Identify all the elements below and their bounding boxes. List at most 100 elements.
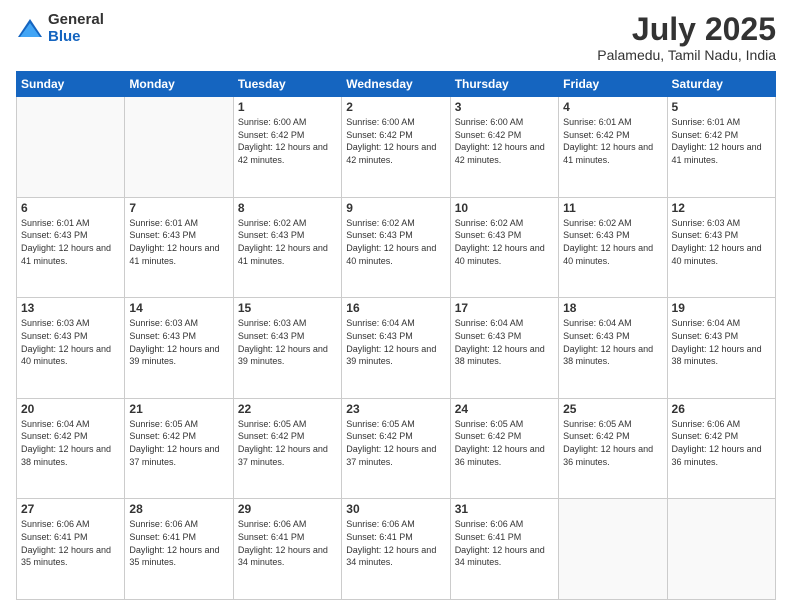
day-info: Sunrise: 6:04 AM Sunset: 6:43 PM Dayligh… — [672, 317, 771, 367]
day-info: Sunrise: 6:04 AM Sunset: 6:43 PM Dayligh… — [455, 317, 554, 367]
calendar-day-6: 6 Sunrise: 6:01 AM Sunset: 6:43 PM Daylig… — [17, 197, 125, 298]
day-number: 19 — [672, 301, 771, 315]
calendar-week-4: 20 Sunrise: 6:04 AM Sunset: 6:42 PM Dayli… — [17, 398, 776, 499]
day-number: 12 — [672, 201, 771, 215]
calendar-week-1: 1Sunrise: 6:00 AM Sunset: 6:42 PM Daylig… — [17, 97, 776, 198]
day-info: Sunrise: 6:02 AM Sunset: 6:43 PM Dayligh… — [346, 217, 445, 267]
day-info: Sunrise: 6:04 AM Sunset: 6:43 PM Dayligh… — [346, 317, 445, 367]
calendar-week-5: 27Sunrise: 6:06 AM Sunset: 6:41 PM Dayli… — [17, 499, 776, 600]
day-info: Sunrise: 6:05 AM Sunset: 6:42 PM Dayligh… — [238, 418, 337, 468]
day-number: 2 — [346, 100, 445, 114]
day-info: Sunrise: 6:05 AM Sunset: 6:42 PM Dayligh… — [346, 418, 445, 468]
day-info: Sunrise: 6:00 AM Sunset: 6:42 PM Dayligh… — [455, 116, 554, 166]
calendar-day-25: 25 Sunrise: 6:05 AM Sunset: 6:42 PM Dayli… — [559, 398, 667, 499]
day-number: 20 — [21, 402, 120, 416]
calendar-day-empty — [559, 499, 667, 600]
day-number: 15 — [238, 301, 337, 315]
day-info: Sunrise: 6:06 AM Sunset: 6:41 PM Dayligh… — [346, 518, 445, 568]
day-number: 25 — [563, 402, 662, 416]
logo-text: General Blue — [48, 12, 104, 45]
calendar-day-28: 28 Sunrise: 6:06 AM Sunset: 6:41 PM Dayli… — [125, 499, 233, 600]
day-info: Sunrise: 6:02 AM Sunset: 6:43 PM Dayligh… — [563, 217, 662, 267]
calendar-day-22: 22 Sunrise: 6:05 AM Sunset: 6:42 PM Dayli… — [233, 398, 341, 499]
calendar-day-30: 30 Sunrise: 6:06 AM Sunset: 6:41 PM Dayli… — [342, 499, 450, 600]
day-number: 18 — [563, 301, 662, 315]
day-number: 31 — [455, 502, 554, 516]
day-info: Sunrise: 6:03 AM Sunset: 6:43 PM Dayligh… — [129, 317, 228, 367]
day-info: Sunrise: 6:06 AM Sunset: 6:41 PM Dayligh… — [129, 518, 228, 568]
calendar-day-7: 7 Sunrise: 6:01 AM Sunset: 6:43 PM Daylig… — [125, 197, 233, 298]
calendar-header-tuesday: Tuesday — [233, 72, 341, 97]
calendar-week-3: 13 Sunrise: 6:03 AM Sunset: 6:43 PM Dayli… — [17, 298, 776, 399]
logo-blue-text: Blue — [48, 29, 104, 46]
calendar-week-2: 6 Sunrise: 6:01 AM Sunset: 6:43 PM Daylig… — [17, 197, 776, 298]
calendar-day-empty — [17, 97, 125, 198]
calendar-day-18: 18 Sunrise: 6:04 AM Sunset: 6:43 PM Dayli… — [559, 298, 667, 399]
logo-general-text: General — [48, 12, 104, 29]
calendar-day-15: 15Sunrise: 6:03 AM Sunset: 6:43 PM Dayli… — [233, 298, 341, 399]
calendar-header-friday: Friday — [559, 72, 667, 97]
day-info: Sunrise: 6:06 AM Sunset: 6:41 PM Dayligh… — [21, 518, 120, 568]
day-number: 16 — [346, 301, 445, 315]
day-info: Sunrise: 6:01 AM Sunset: 6:43 PM Dayligh… — [21, 217, 120, 267]
calendar-day-4: 4 Sunrise: 6:01 AM Sunset: 6:42 PM Daylig… — [559, 97, 667, 198]
title-month: July 2025 — [597, 12, 776, 47]
calendar-day-21: 21 Sunrise: 6:05 AM Sunset: 6:42 PM Dayli… — [125, 398, 233, 499]
calendar-header-saturday: Saturday — [667, 72, 775, 97]
day-number: 30 — [346, 502, 445, 516]
calendar-day-12: 12 Sunrise: 6:03 AM Sunset: 6:43 PM Dayli… — [667, 197, 775, 298]
calendar-day-26: 26Sunrise: 6:06 AM Sunset: 6:42 PM Dayli… — [667, 398, 775, 499]
calendar-header-row: SundayMondayTuesdayWednesdayThursdayFrid… — [17, 72, 776, 97]
day-number: 14 — [129, 301, 228, 315]
day-number: 26 — [672, 402, 771, 416]
calendar-day-1: 1Sunrise: 6:00 AM Sunset: 6:42 PM Daylig… — [233, 97, 341, 198]
day-info: Sunrise: 6:01 AM Sunset: 6:42 PM Dayligh… — [563, 116, 662, 166]
calendar-header-monday: Monday — [125, 72, 233, 97]
day-info: Sunrise: 6:06 AM Sunset: 6:41 PM Dayligh… — [238, 518, 337, 568]
day-info: Sunrise: 6:05 AM Sunset: 6:42 PM Dayligh… — [455, 418, 554, 468]
day-number: 6 — [21, 201, 120, 215]
calendar-day-5: 5 Sunrise: 6:01 AM Sunset: 6:42 PM Daylig… — [667, 97, 775, 198]
day-number: 22 — [238, 402, 337, 416]
calendar-day-20: 20 Sunrise: 6:04 AM Sunset: 6:42 PM Dayli… — [17, 398, 125, 499]
day-number: 29 — [238, 502, 337, 516]
day-number: 28 — [129, 502, 228, 516]
calendar-day-29: 29 Sunrise: 6:06 AM Sunset: 6:41 PM Dayli… — [233, 499, 341, 600]
day-number: 7 — [129, 201, 228, 215]
calendar-header-thursday: Thursday — [450, 72, 558, 97]
day-info: Sunrise: 6:02 AM Sunset: 6:43 PM Dayligh… — [238, 217, 337, 267]
day-info: Sunrise: 6:04 AM Sunset: 6:43 PM Dayligh… — [563, 317, 662, 367]
calendar-day-8: 8 Sunrise: 6:02 AM Sunset: 6:43 PM Daylig… — [233, 197, 341, 298]
day-number: 11 — [563, 201, 662, 215]
day-number: 13 — [21, 301, 120, 315]
day-info: Sunrise: 6:01 AM Sunset: 6:43 PM Dayligh… — [129, 217, 228, 267]
calendar-day-24: 24Sunrise: 6:05 AM Sunset: 6:42 PM Dayli… — [450, 398, 558, 499]
day-number: 8 — [238, 201, 337, 215]
calendar-header-wednesday: Wednesday — [342, 72, 450, 97]
day-number: 21 — [129, 402, 228, 416]
calendar-day-19: 19 Sunrise: 6:04 AM Sunset: 6:43 PM Dayli… — [667, 298, 775, 399]
day-info: Sunrise: 6:01 AM Sunset: 6:42 PM Dayligh… — [672, 116, 771, 166]
logo-icon — [16, 15, 44, 43]
day-info: Sunrise: 6:04 AM Sunset: 6:42 PM Dayligh… — [21, 418, 120, 468]
day-info: Sunrise: 6:03 AM Sunset: 6:43 PM Dayligh… — [21, 317, 120, 367]
day-info: Sunrise: 6:05 AM Sunset: 6:42 PM Dayligh… — [129, 418, 228, 468]
title-block: July 2025 Palamedu, Tamil Nadu, India — [597, 12, 776, 63]
day-number: 23 — [346, 402, 445, 416]
calendar-day-16: 16 Sunrise: 6:04 AM Sunset: 6:43 PM Dayli… — [342, 298, 450, 399]
day-info: Sunrise: 6:05 AM Sunset: 6:42 PM Dayligh… — [563, 418, 662, 468]
day-number: 10 — [455, 201, 554, 215]
day-info: Sunrise: 6:03 AM Sunset: 6:43 PM Dayligh… — [672, 217, 771, 267]
calendar-day-13: 13 Sunrise: 6:03 AM Sunset: 6:43 PM Dayli… — [17, 298, 125, 399]
calendar-day-10: 10Sunrise: 6:02 AM Sunset: 6:43 PM Dayli… — [450, 197, 558, 298]
page: General Blue July 2025 Palamedu, Tamil N… — [0, 0, 792, 612]
day-number: 4 — [563, 100, 662, 114]
calendar-day-3: 3Sunrise: 6:00 AM Sunset: 6:42 PM Daylig… — [450, 97, 558, 198]
day-info: Sunrise: 6:00 AM Sunset: 6:42 PM Dayligh… — [346, 116, 445, 166]
title-location: Palamedu, Tamil Nadu, India — [597, 47, 776, 63]
day-number: 5 — [672, 100, 771, 114]
calendar-day-31: 31 Sunrise: 6:06 AM Sunset: 6:41 PM Dayli… — [450, 499, 558, 600]
day-info: Sunrise: 6:06 AM Sunset: 6:41 PM Dayligh… — [455, 518, 554, 568]
calendar-day-27: 27Sunrise: 6:06 AM Sunset: 6:41 PM Dayli… — [17, 499, 125, 600]
day-number: 9 — [346, 201, 445, 215]
